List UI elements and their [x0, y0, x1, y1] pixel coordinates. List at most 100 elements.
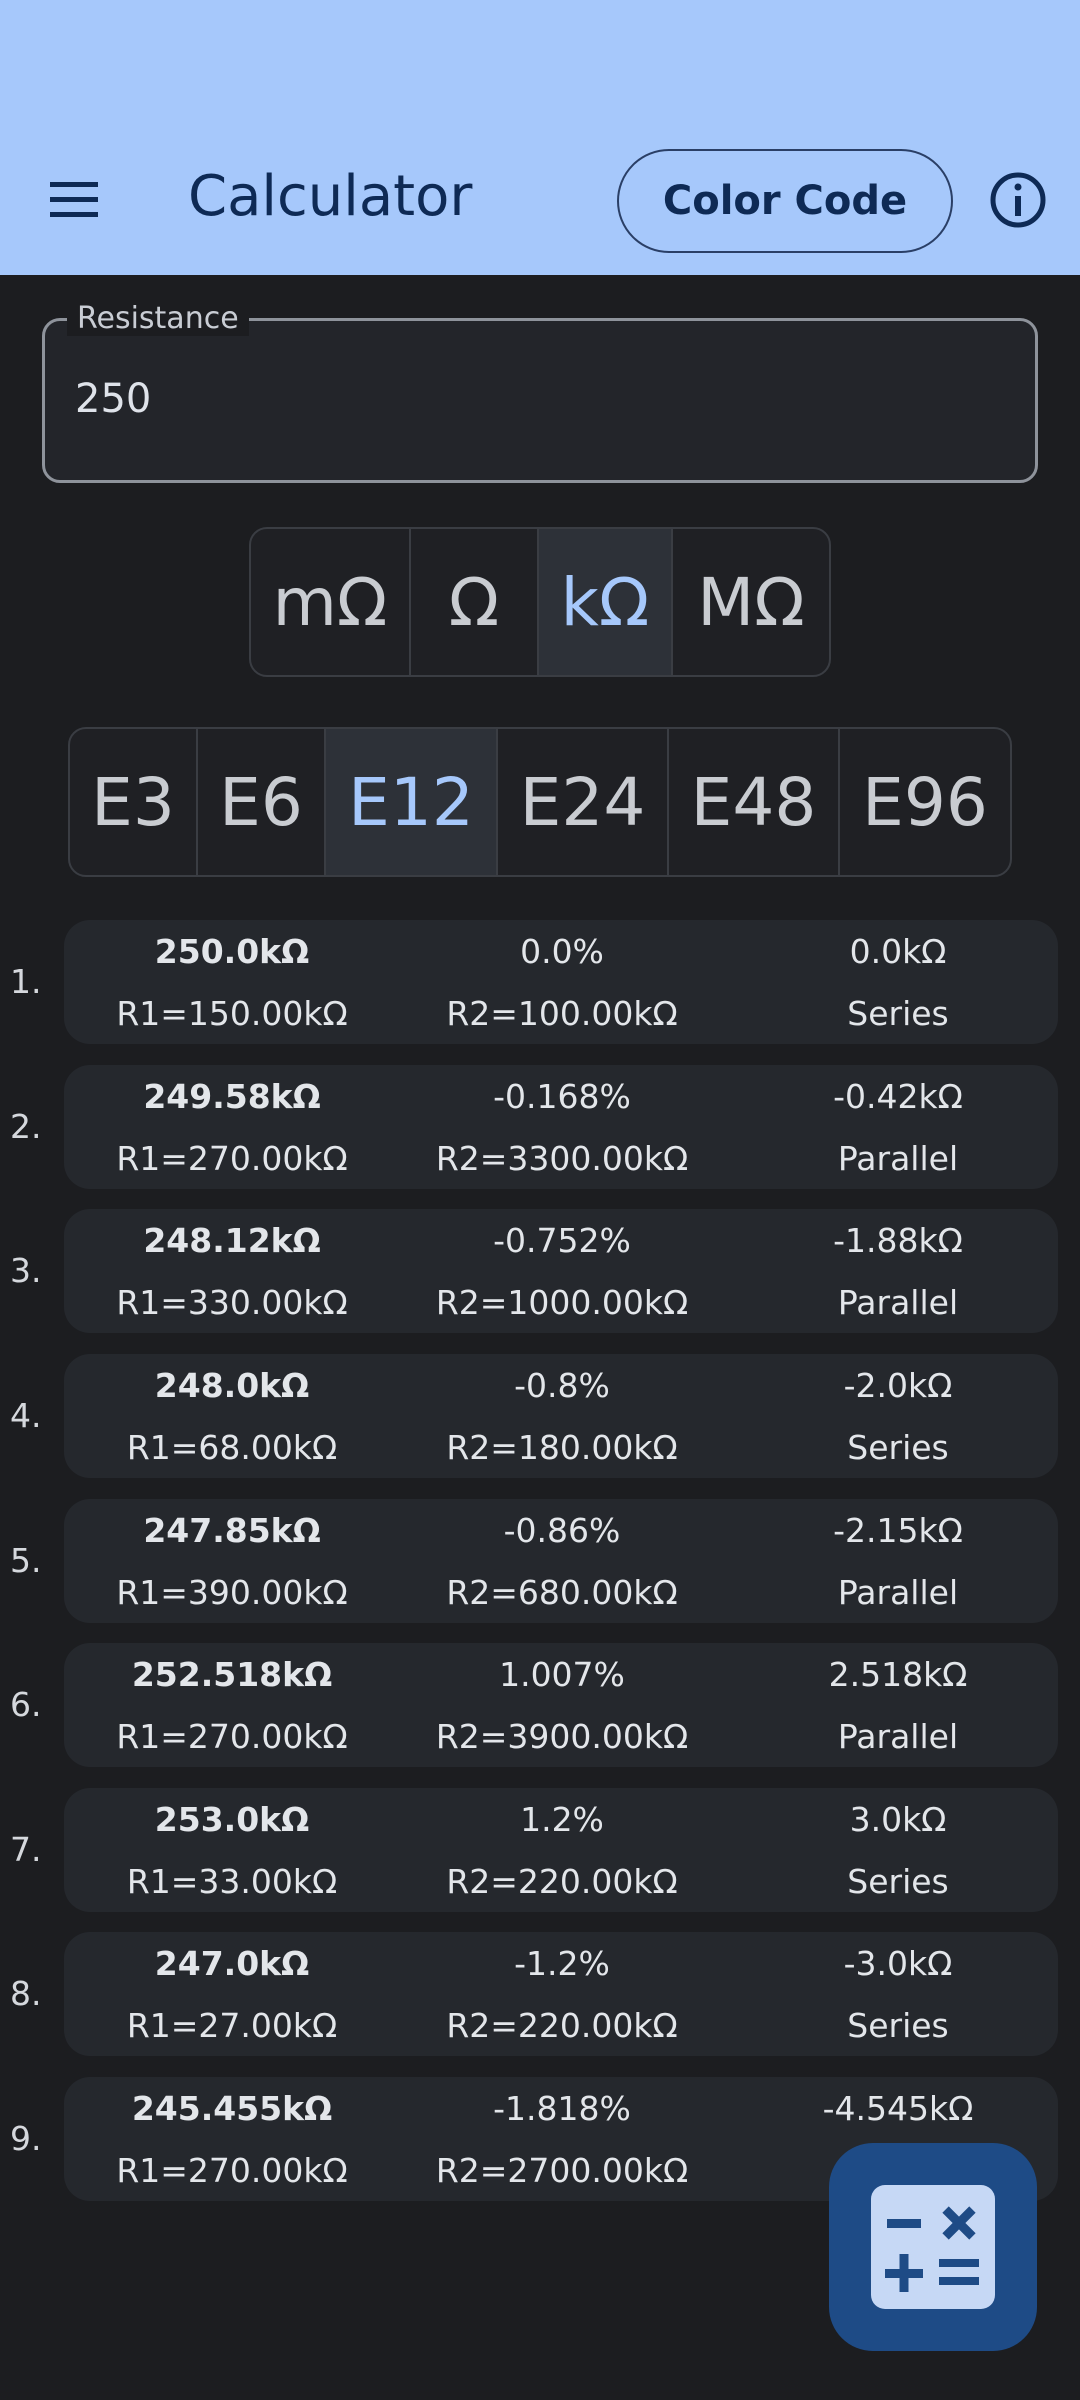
- result-total: 250.0kΩ: [154, 932, 310, 971]
- list-item[interactable]: 1. 250.0kΩ 0.0% 0.0kΩ R1=150.00kΩ R2=100…: [0, 920, 1080, 1044]
- result-total: 245.455kΩ: [131, 2089, 333, 2128]
- unit-option-milliohm[interactable]: mΩ: [251, 529, 411, 675]
- result-config: Parallel: [837, 1283, 959, 1322]
- result-error-percent: -1.818%: [493, 2089, 631, 2128]
- list-item[interactable]: 2. 249.58kΩ -0.168% -0.42kΩ R1=270.00kΩ …: [0, 1065, 1080, 1189]
- result-r1: R1=150.00kΩ: [116, 994, 348, 1033]
- result-index: 8.: [10, 1974, 42, 2013]
- series-option-e6[interactable]: E6: [198, 729, 326, 875]
- info-icon: [990, 172, 1046, 228]
- result-error-percent: -0.86%: [503, 1511, 621, 1550]
- result-error-percent: 0.0%: [520, 932, 604, 971]
- result-total: 253.0kΩ: [154, 1800, 310, 1839]
- result-card[interactable]: 247.0kΩ -1.2% -3.0kΩ R1=27.00kΩ R2=220.0…: [64, 1932, 1058, 2056]
- result-r2: R2=2700.00kΩ: [435, 2151, 689, 2190]
- result-r2: R2=220.00kΩ: [446, 2006, 678, 2045]
- result-error-absolute: 0.0kΩ: [849, 932, 947, 971]
- list-item[interactable]: 3. 248.12kΩ -0.752% -1.88kΩ R1=330.00kΩ …: [0, 1209, 1080, 1333]
- result-r1: R1=390.00kΩ: [116, 1573, 348, 1612]
- menu-button[interactable]: [30, 150, 118, 250]
- resistance-label: Resistance: [67, 301, 249, 336]
- result-index: 5.: [10, 1541, 42, 1580]
- menu-icon: [50, 182, 98, 217]
- result-card[interactable]: 248.12kΩ -0.752% -1.88kΩ R1=330.00kΩ R2=…: [64, 1209, 1058, 1333]
- color-code-button[interactable]: Color Code: [617, 149, 953, 253]
- eseries-selector: E3 E6 E12 E24 E48 E96: [68, 727, 1012, 877]
- result-error-absolute: 3.0kΩ: [849, 1800, 947, 1839]
- result-error-percent: 1.2%: [520, 1800, 604, 1839]
- result-card[interactable]: 248.0kΩ -0.8% -2.0kΩ R1=68.00kΩ R2=180.0…: [64, 1354, 1058, 1478]
- result-index: 6.: [10, 1685, 42, 1724]
- calculator-icon: [871, 2185, 995, 2309]
- result-r1: R1=68.00kΩ: [126, 1428, 338, 1467]
- result-error-percent: -0.752%: [493, 1221, 631, 1260]
- series-option-e96[interactable]: E96: [840, 729, 1010, 875]
- unit-option-ohm[interactable]: Ω: [411, 529, 539, 675]
- result-r2: R2=680.00kΩ: [446, 1573, 678, 1612]
- unit-selector: mΩ Ω kΩ MΩ: [249, 527, 831, 677]
- result-index: 4.: [10, 1396, 42, 1435]
- result-r2: R2=1000.00kΩ: [435, 1283, 689, 1322]
- list-item[interactable]: 8. 247.0kΩ -1.2% -3.0kΩ R1=27.00kΩ R2=22…: [0, 1932, 1080, 2056]
- result-r2: R2=3900.00kΩ: [435, 1717, 689, 1756]
- result-config: Series: [847, 2006, 949, 2045]
- series-option-e3[interactable]: E3: [70, 729, 198, 875]
- series-option-e12[interactable]: E12: [326, 729, 498, 875]
- result-error-absolute: -1.88kΩ: [833, 1221, 963, 1260]
- result-r1: R1=270.00kΩ: [116, 2151, 348, 2190]
- series-option-e24[interactable]: E24: [498, 729, 669, 875]
- result-card[interactable]: 253.0kΩ 1.2% 3.0kΩ R1=33.00kΩ R2=220.00k…: [64, 1788, 1058, 1912]
- result-index: 2.: [10, 1107, 42, 1146]
- result-total: 247.85kΩ: [143, 1511, 321, 1550]
- result-r1: R1=270.00kΩ: [116, 1717, 348, 1756]
- result-total: 248.12kΩ: [143, 1221, 321, 1260]
- list-item[interactable]: 4. 248.0kΩ -0.8% -2.0kΩ R1=68.00kΩ R2=18…: [0, 1354, 1080, 1478]
- result-error-percent: -1.2%: [514, 1944, 610, 1983]
- unit-option-megaohm[interactable]: MΩ: [673, 529, 829, 675]
- result-config: Parallel: [837, 1717, 959, 1756]
- result-error-absolute: -2.0kΩ: [843, 1366, 953, 1405]
- resistance-input[interactable]: 250: [75, 376, 151, 422]
- result-error-percent: 1.007%: [499, 1655, 625, 1694]
- result-config: Series: [847, 1428, 949, 1467]
- info-button[interactable]: [978, 160, 1058, 240]
- result-card[interactable]: 250.0kΩ 0.0% 0.0kΩ R1=150.00kΩ R2=100.00…: [64, 920, 1058, 1044]
- result-error-absolute: -2.15kΩ: [833, 1511, 963, 1550]
- result-r2: R2=100.00kΩ: [446, 994, 678, 1033]
- result-card[interactable]: 247.85kΩ -0.86% -2.15kΩ R1=390.00kΩ R2=6…: [64, 1499, 1058, 1623]
- unit-option-kiloohm[interactable]: kΩ: [539, 529, 673, 675]
- list-item[interactable]: 5. 247.85kΩ -0.86% -2.15kΩ R1=390.00kΩ R…: [0, 1499, 1080, 1623]
- series-option-e48[interactable]: E48: [669, 729, 840, 875]
- result-r1: R1=330.00kΩ: [116, 1283, 348, 1322]
- result-card[interactable]: 249.58kΩ -0.168% -0.42kΩ R1=270.00kΩ R2=…: [64, 1065, 1058, 1189]
- result-total: 249.58kΩ: [143, 1077, 321, 1116]
- list-item[interactable]: 7. 253.0kΩ 1.2% 3.0kΩ R1=33.00kΩ R2=220.…: [0, 1788, 1080, 1912]
- result-r1: R1=270.00kΩ: [116, 1139, 348, 1178]
- result-card[interactable]: 252.518kΩ 1.007% 2.518kΩ R1=270.00kΩ R2=…: [64, 1643, 1058, 1767]
- result-error-absolute: 2.518kΩ: [828, 1655, 968, 1694]
- result-config: Series: [847, 1862, 949, 1901]
- result-config: Parallel: [837, 1139, 959, 1178]
- list-item[interactable]: 6. 252.518kΩ 1.007% 2.518kΩ R1=270.00kΩ …: [0, 1643, 1080, 1767]
- result-total: 248.0kΩ: [154, 1366, 310, 1405]
- page-title: Calculator: [188, 164, 473, 229]
- result-error-absolute: -4.545kΩ: [822, 2089, 974, 2128]
- result-error-percent: -0.168%: [493, 1077, 631, 1116]
- result-config: Parallel: [837, 1573, 959, 1612]
- result-index: 1.: [10, 962, 42, 1001]
- result-error-absolute: -3.0kΩ: [843, 1944, 953, 1983]
- app-bar: Calculator Color Code: [0, 0, 1080, 275]
- result-index: 3.: [10, 1251, 42, 1290]
- result-error-absolute: -0.42kΩ: [833, 1077, 963, 1116]
- result-total: 247.0kΩ: [154, 1944, 310, 1983]
- resistance-field[interactable]: Resistance 250: [42, 301, 1038, 483]
- result-error-percent: -0.8%: [514, 1366, 610, 1405]
- result-config: Series: [847, 994, 949, 1033]
- calculate-fab-button[interactable]: [829, 2143, 1037, 2351]
- result-r2: R2=3300.00kΩ: [435, 1139, 689, 1178]
- result-total: 252.518kΩ: [131, 1655, 333, 1694]
- result-r1: R1=33.00kΩ: [126, 1862, 338, 1901]
- result-index: 9.: [10, 2119, 42, 2158]
- result-r1: R1=27.00kΩ: [126, 2006, 338, 2045]
- result-r2: R2=220.00kΩ: [446, 1862, 678, 1901]
